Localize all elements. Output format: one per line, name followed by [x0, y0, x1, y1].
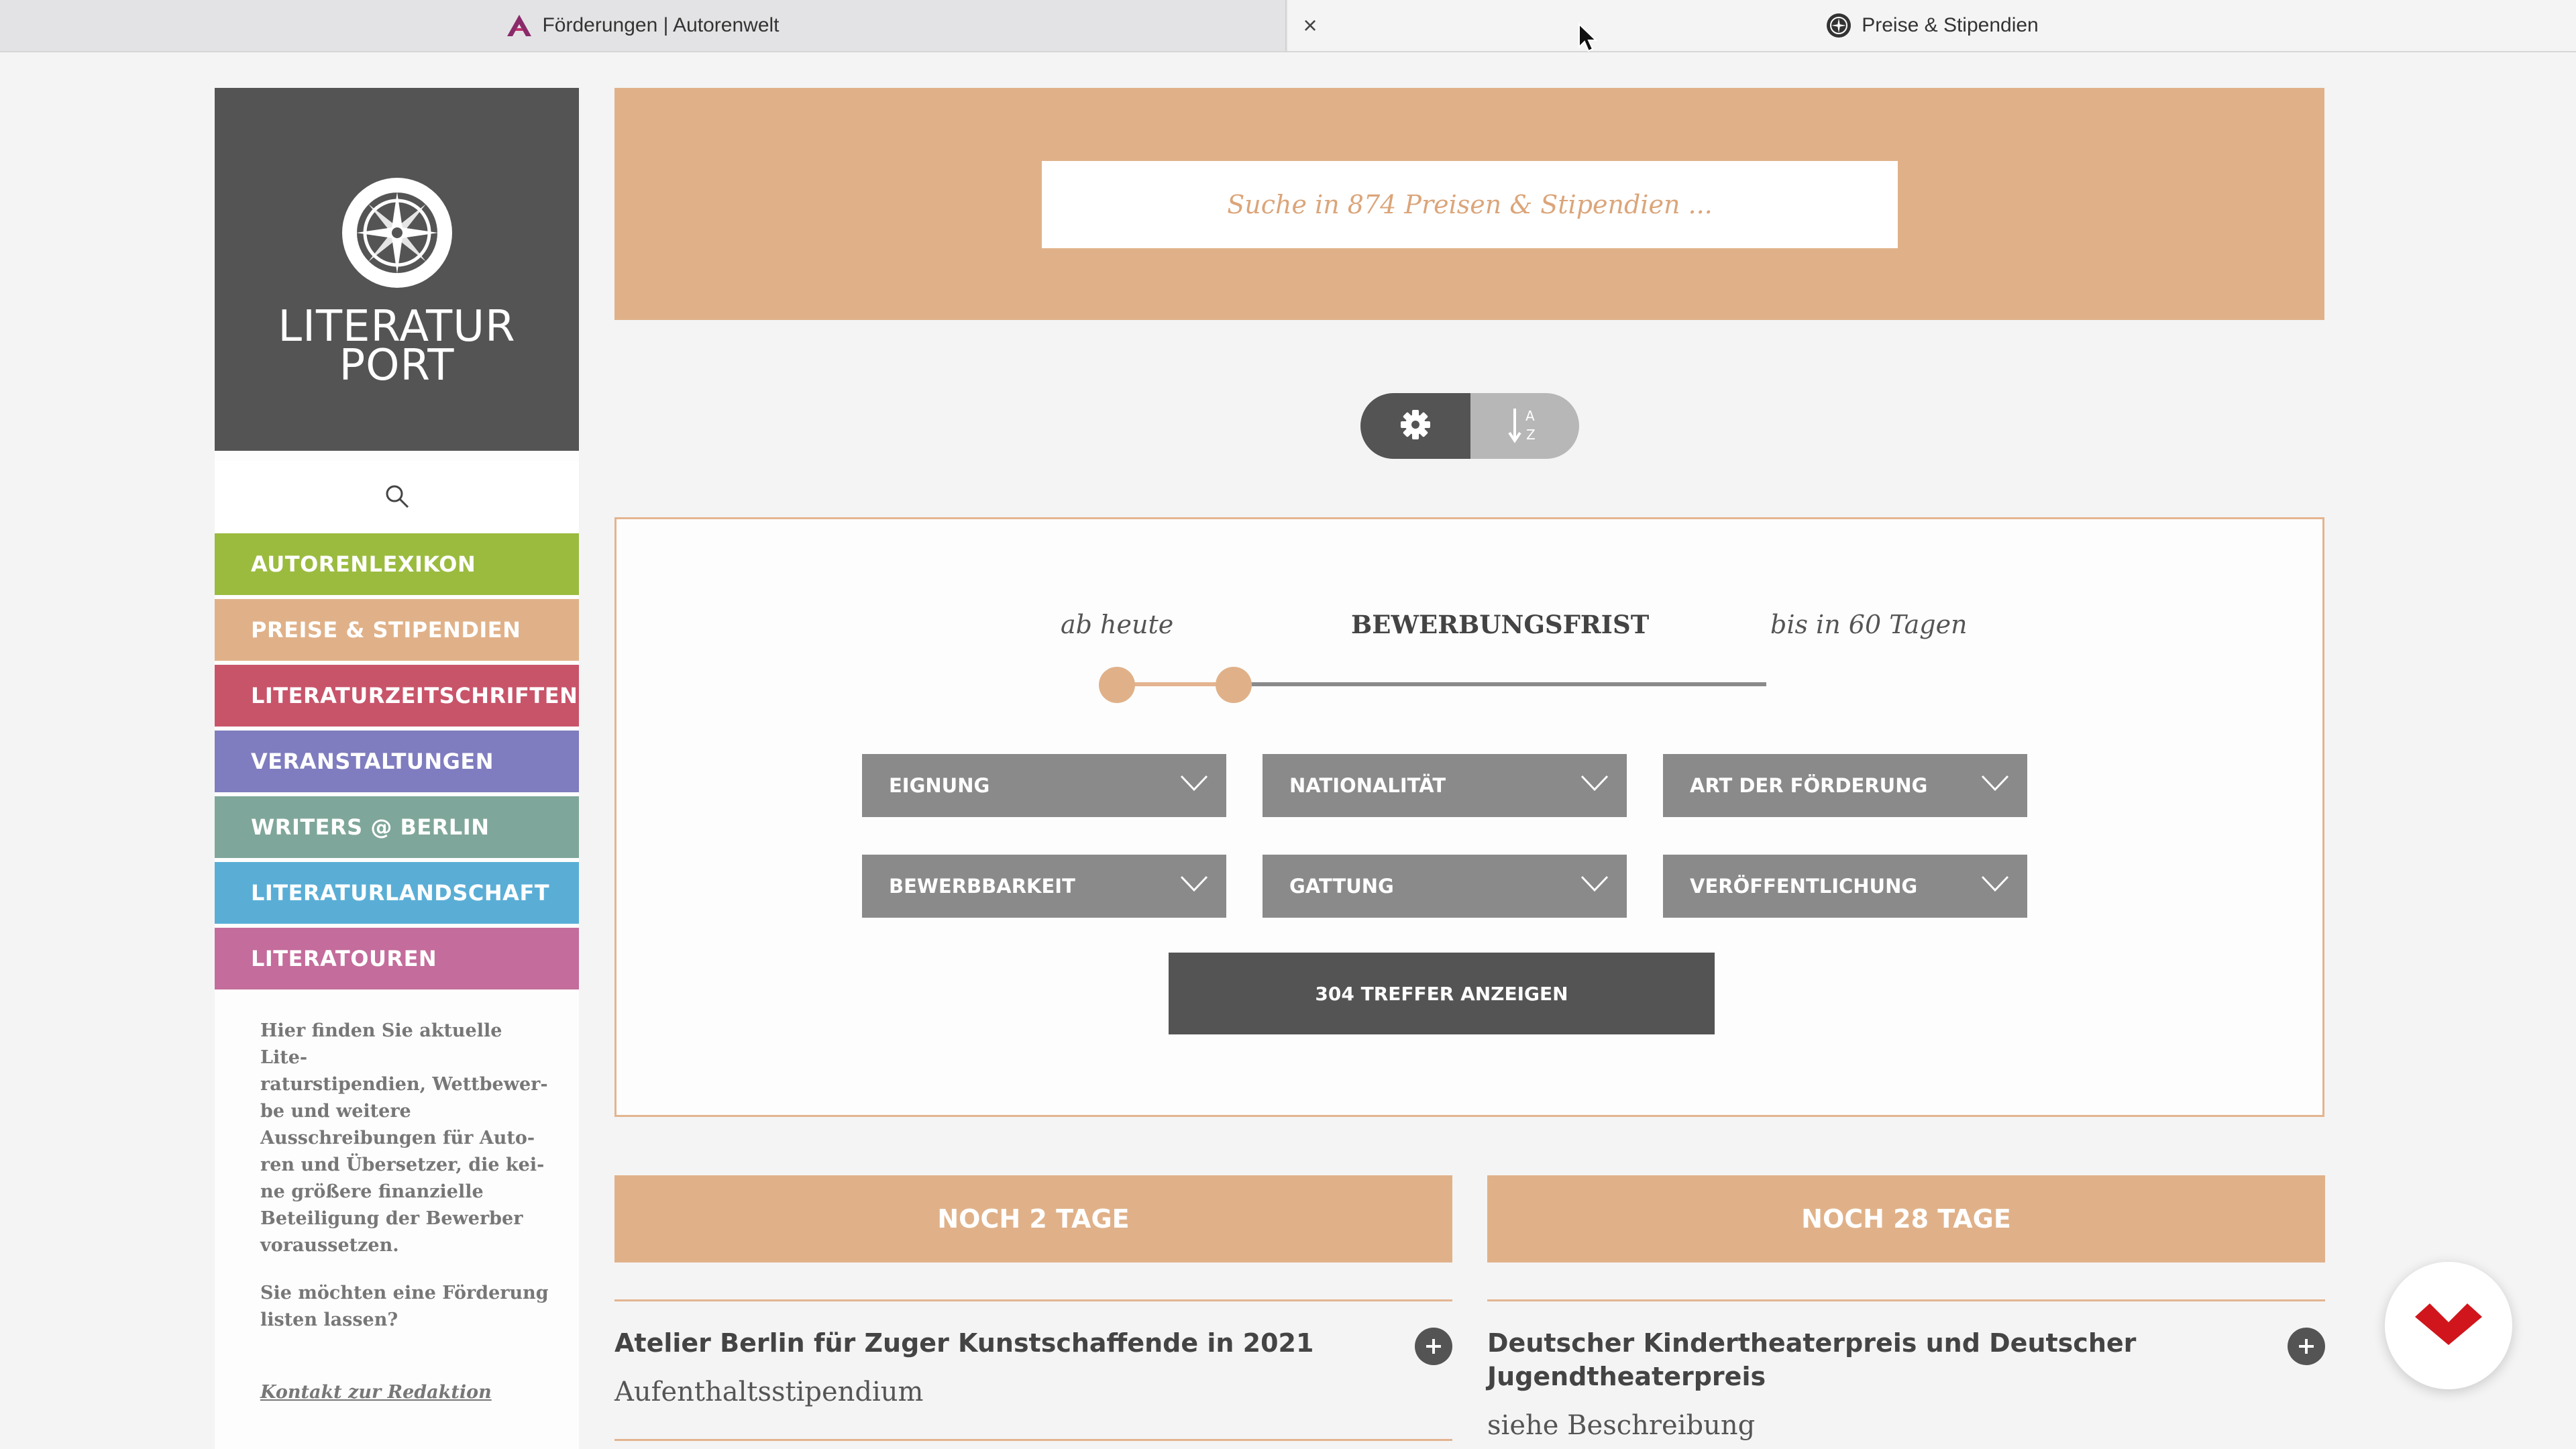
divider: [614, 1299, 1452, 1301]
slider-handle-end[interactable]: [1216, 667, 1252, 703]
compass-icon: [341, 177, 453, 292]
filter-dropdown-veröffentlichung[interactable]: VERÖFFENTLICHUNG: [1663, 855, 2027, 918]
slider-handle-start[interactable]: [1099, 667, 1135, 703]
mouse-cursor-icon: [1578, 22, 1598, 57]
dropdown-label: VERÖFFENTLICHUNG: [1690, 875, 1918, 898]
question-line: Sie möchten eine Förderung: [260, 1283, 549, 1303]
info-line: Hier finden Sie aktuelle Lite-: [260, 1020, 502, 1068]
sidebar-item-literaturzeitschriften[interactable]: LITERATURZEITSCHRIFTEN: [215, 665, 579, 727]
sidebar-question-text: Sie möchten eine Förderung listen lassen?: [260, 1280, 549, 1334]
dropdown-label: EIGNUNG: [889, 774, 990, 797]
contact-editor-link[interactable]: Kontakt zur Redaktion: [260, 1382, 492, 1403]
dropdown-label: NATIONALITÄT: [1289, 774, 1446, 797]
info-line: be und weitere: [260, 1101, 411, 1122]
vivaldi-floating-button[interactable]: [2385, 1262, 2512, 1389]
chevron-down-icon: [1980, 873, 2010, 898]
svg-text:A: A: [1525, 408, 1535, 424]
view-toggle: A Z: [1360, 393, 1579, 459]
logo-text-line2: PORT: [339, 341, 455, 390]
sidebar-item-autorenlexikon[interactable]: AUTORENLEXIKON: [215, 533, 579, 595]
svg-text:Z: Z: [1526, 427, 1536, 443]
expand-plus-icon[interactable]: [2288, 1328, 2325, 1365]
result-subtitle: Aufenthaltsstipendium: [614, 1377, 924, 1407]
dropdown-label: ART DER FÖRDERUNG: [1690, 774, 1928, 797]
sort-button[interactable]: A Z: [1470, 393, 1579, 459]
info-line: Beteiligung der Bewerber: [260, 1208, 523, 1229]
search-input[interactable]: Suche in 874 Preisen & Stipendien ...: [1042, 161, 1898, 248]
info-line: raturstipendien, Wettbewer-: [260, 1074, 548, 1095]
info-line: ne größere finanzielle: [260, 1181, 484, 1202]
chevron-down-icon: [1980, 773, 2010, 798]
chevron-down-icon: [1580, 873, 1609, 898]
deadline-header: NOCH 2 TAGE: [614, 1175, 1452, 1263]
filter-dropdown-gattung[interactable]: GATTUNG: [1263, 855, 1627, 918]
sidebar-item-preise-stipendien[interactable]: PREISE & STIPENDIEN: [215, 599, 579, 661]
search-banner: Suche in 874 Preisen & Stipendien ...: [614, 88, 2324, 320]
chevron-down-icon: [1179, 773, 1209, 798]
deadline-header: NOCH 28 TAGE: [1487, 1175, 2325, 1263]
deadline-label: BEWERBUNGSFRIST: [1351, 610, 1650, 639]
filter-panel: ab heute BEWERBUNGSFRIST bis in 60 Tagen…: [614, 517, 2324, 1117]
info-line: voraussetzen.: [260, 1235, 399, 1256]
filter-dropdown-eignung[interactable]: EIGNUNG: [862, 754, 1226, 817]
result-column-1: NOCH 2 TAGE Atelier Berlin für Zuger Kun…: [614, 1175, 1452, 1441]
sidebar-item-veranstaltungen[interactable]: VERANSTALTUNGEN: [215, 731, 579, 792]
divider: [1487, 1299, 2325, 1301]
sidebar-item-literaturlandschaft[interactable]: LITERATURLANDSCHAFT: [215, 862, 579, 924]
slider-right-label: bis in 60 Tagen: [1770, 610, 1968, 639]
dropdown-label: BEWERBBARKEIT: [889, 875, 1075, 898]
result-column-2: NOCH 28 TAGE Deutscher Kindertheaterprei…: [1487, 1175, 2325, 1441]
search-icon[interactable]: [384, 483, 411, 513]
chevron-down-icon: [1179, 873, 1209, 898]
result-title[interactable]: Atelier Berlin für Zuger Kunstschaffende…: [614, 1326, 1373, 1360]
info-line: ren und Übersetzer, die kei-: [260, 1155, 545, 1175]
sidebar-info-text: Hier finden Sie aktuelle Lite-raturstipe…: [260, 1018, 549, 1259]
slider-left-label: ab heute: [1061, 610, 1174, 639]
expand-plus-icon[interactable]: [1415, 1328, 1452, 1365]
browser-tab-bar: Förderungen | Autorenwelt Preise & Stipe…: [0, 0, 2576, 52]
show-results-button[interactable]: 304 TREFFER ANZEIGEN: [1169, 953, 1715, 1034]
filter-dropdown-bewerbbarkeit[interactable]: BEWERBBARKEIT: [862, 855, 1226, 918]
question-line: listen lassen?: [260, 1309, 398, 1330]
result-title-line2: Jugendtheaterpreis: [1487, 1362, 1766, 1391]
literaturport-favicon-icon: [1825, 12, 1852, 39]
result-title-line1: Deutscher Kindertheaterpreis und Deutsch…: [1487, 1328, 2137, 1358]
filter-dropdown-art-der-förderung[interactable]: ART DER FÖRDERUNG: [1663, 754, 2027, 817]
tab-title: Förderungen | Autorenwelt: [542, 14, 780, 36]
result-subtitle: siehe Beschreibung: [1487, 1410, 1756, 1441]
sidebar-item-literatouren[interactable]: LITERATOUREN: [215, 928, 579, 989]
tab-title: Preise & Stipendien: [1862, 14, 2039, 36]
sidebar-search[interactable]: [215, 461, 579, 535]
browser-tab-foerderungen[interactable]: Förderungen | Autorenwelt: [0, 0, 1287, 51]
gear-icon: [1399, 409, 1432, 444]
dropdown-label: GATTUNG: [1289, 875, 1394, 898]
result-title[interactable]: Deutscher Kindertheaterpreis und Deutsch…: [1487, 1326, 2245, 1393]
sort-alpha-icon: A Z: [1508, 406, 1542, 447]
info-line: Ausschreibungen für Auto-: [260, 1128, 535, 1148]
filter-dropdown-nationalität[interactable]: NATIONALITÄT: [1263, 754, 1627, 817]
filter-settings-button[interactable]: [1360, 393, 1470, 459]
browser-tab-preise[interactable]: Preise & Stipendien: [1288, 0, 2576, 51]
literaturport-logo[interactable]: LITERATUR PORT: [215, 88, 579, 451]
red-chevron-logo-icon: [2414, 1302, 2483, 1350]
autorenwelt-logo-icon: [506, 13, 533, 38]
sidebar-item-writers-berlin[interactable]: WRITERS @ BERLIN: [215, 796, 579, 858]
close-tab-icon[interactable]: ×: [1298, 11, 1322, 39]
sidebar: LITERATUR PORT AUTORENLEXIKON PREISE & ST…: [215, 88, 579, 1449]
chevron-down-icon: [1580, 773, 1609, 798]
divider: [614, 1439, 1452, 1441]
